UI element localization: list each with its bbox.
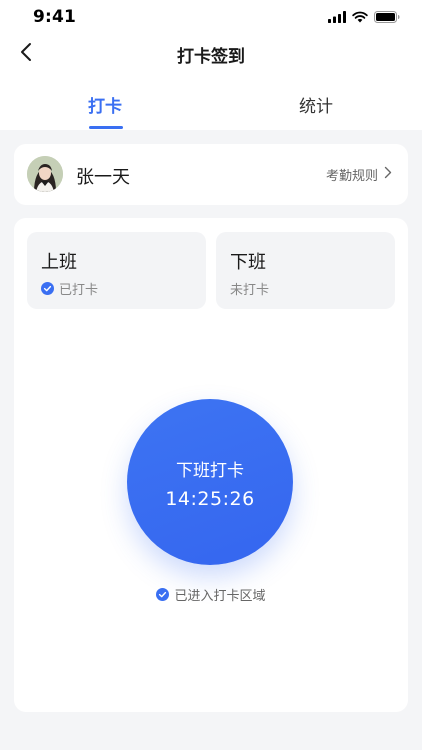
punch-card: 上班 已打卡 下班 未打卡 下班打卡 14:25:26 已进入打卡区域	[14, 218, 408, 712]
status-time: 9:41	[33, 7, 77, 27]
cellular-signal-icon	[328, 8, 346, 27]
nav-bar: 打卡签到	[0, 36, 422, 72]
tab-punch[interactable]: 打卡	[65, 92, 145, 117]
clock-in-title: 上班	[41, 252, 77, 273]
user-card: 张一天 考勤规则	[14, 144, 408, 205]
punch-time: 14:25:26	[165, 488, 255, 510]
user-name: 张一天	[76, 167, 130, 188]
punch-button-wrap: 下班打卡 14:25:26	[127, 399, 293, 565]
clock-out-status-label: 未打卡	[230, 283, 270, 298]
attendance-rules-link[interactable]: 考勤规则	[326, 165, 392, 184]
wifi-icon	[352, 8, 368, 27]
header-area: 9:41 打卡签到 打卡 统计	[0, 0, 422, 130]
clock-out-status: 未打卡	[230, 279, 269, 298]
clock-in-status: 已打卡	[41, 279, 98, 298]
attendance-rules-label: 考勤规则	[325, 169, 378, 184]
chevron-right-icon	[384, 166, 392, 183]
check-circle-icon	[156, 588, 170, 601]
tab-bar: 打卡 统计	[0, 84, 422, 130]
area-status-label: 已进入打卡区域	[174, 589, 266, 604]
page-title: 打卡签到	[177, 47, 245, 67]
battery-icon	[374, 8, 400, 27]
avatar	[27, 156, 63, 192]
clock-in-shift: 上班 已打卡	[27, 232, 206, 309]
area-status: 已进入打卡区域	[14, 585, 408, 604]
punch-label: 下班打卡	[176, 461, 244, 481]
clock-in-status-label: 已打卡	[59, 283, 99, 298]
status-icons	[328, 9, 400, 25]
active-tab-indicator	[89, 126, 123, 129]
tab-statistics[interactable]: 统计	[276, 92, 356, 117]
screen: 9:41 打卡签到 打卡 统计 张一天 考勤规则 上班 已打卡 下班 未打卡 下…	[0, 0, 422, 750]
clock-out-shift: 下班 未打卡	[216, 232, 395, 309]
clock-out-title: 下班	[230, 252, 266, 273]
clock-out-punch-button[interactable]: 下班打卡 14:25:26	[127, 399, 293, 565]
check-circle-icon	[41, 282, 54, 295]
status-bar: 9:41	[0, 0, 422, 36]
